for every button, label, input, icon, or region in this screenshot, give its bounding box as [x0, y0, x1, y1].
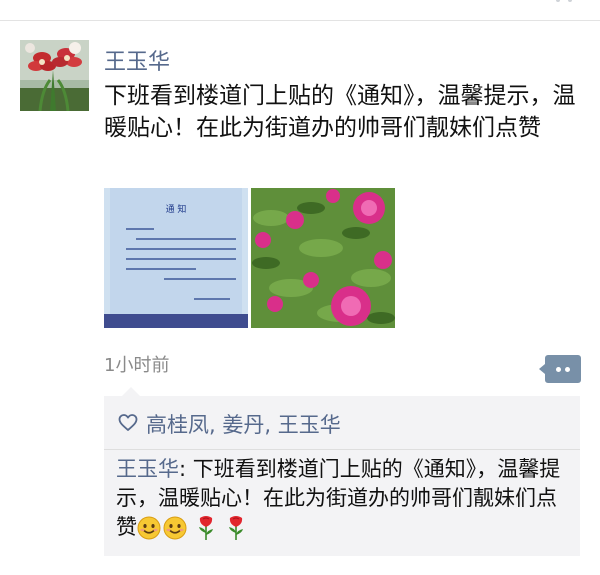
- liker-names[interactable]: 高桂凤, 姜丹, 王玉华: [146, 409, 341, 439]
- heart-outline-icon: [118, 414, 138, 431]
- post-time: 1小时前: [104, 355, 170, 376]
- post-photo-notice[interactable]: 通 知: [104, 188, 248, 328]
- comment-dot: [556, 367, 561, 372]
- comment-dot: [565, 367, 570, 372]
- smiling-face-emoji: [163, 516, 187, 540]
- notice-caption: 通 知: [166, 203, 187, 215]
- comment-author[interactable]: 王玉华: [116, 457, 179, 481]
- comments-divider: [104, 449, 580, 450]
- rose-emoji: [199, 516, 213, 540]
- interaction-panel: 高桂凤, 姜丹, 王玉华 王玉华: 下班看到楼道门上贴的《通知》，温馨提示，温暖…: [104, 387, 580, 556]
- comment-item[interactable]: 王玉华: 下班看到楼道门上贴的《通知》，温馨提示，温暖贴心！在此为街道办的帅哥们…: [116, 455, 576, 542]
- top-divider: [0, 20, 600, 21]
- post-photo-peonies[interactable]: [251, 188, 395, 328]
- rose-emoji: [229, 516, 243, 540]
- more-dots: [548, 0, 588, 8]
- avatar[interactable]: [20, 40, 89, 111]
- comment-separator: :: [179, 457, 193, 481]
- post-author-name[interactable]: 王玉华: [104, 44, 170, 76]
- avatar-flower-image: [20, 40, 89, 111]
- likes-row: 高桂凤, 姜丹, 王玉华: [104, 396, 580, 450]
- post-text: 下班看到楼道门上贴的《通知》，温馨提示，温暖贴心！在此为街道办的帅哥们靓妹们点赞: [104, 83, 576, 141]
- comment-bubble-icon[interactable]: [539, 355, 581, 383]
- smiling-face-emoji: [137, 516, 161, 540]
